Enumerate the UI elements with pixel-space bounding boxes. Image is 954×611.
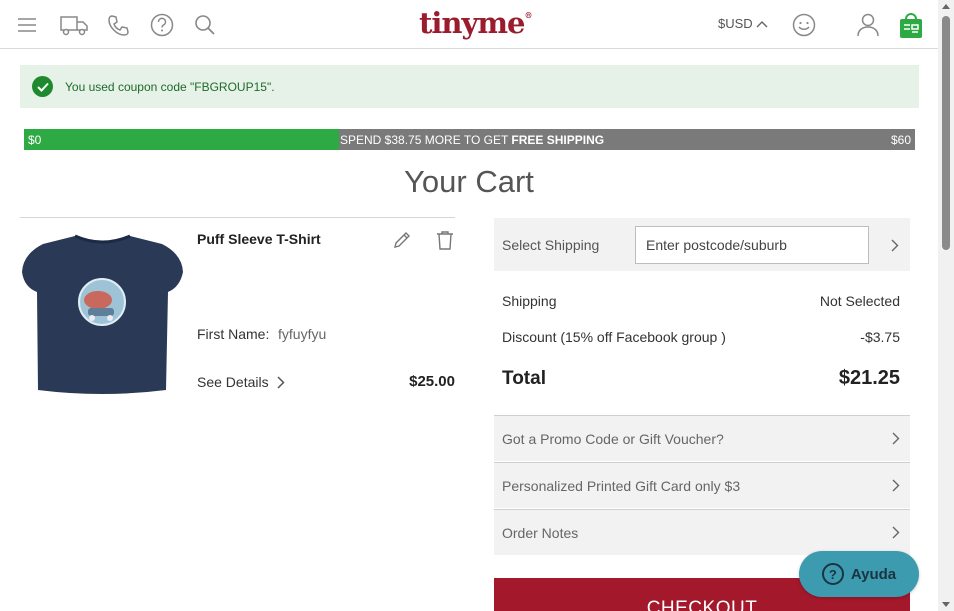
free-shipping-progress: $0 SPEND $38.75 MORE TO GET FREE SHIPPIN… (24, 129, 915, 150)
progress-max-label: $60 (890, 133, 911, 147)
chevron-right-icon (277, 375, 285, 389)
check-icon (32, 76, 53, 97)
progress-min-label: $0 (28, 133, 42, 147)
item-price: $25.00 (409, 373, 455, 390)
site-logo[interactable]: tinyme® (419, 6, 532, 42)
first-name-value: fyfuyfyu (278, 326, 327, 342)
first-name-label: First Name: (197, 326, 270, 342)
smiley-icon[interactable] (791, 12, 817, 38)
chevron-right-icon (892, 479, 900, 492)
trash-icon[interactable] (436, 230, 454, 250)
chevron-up-icon (756, 20, 768, 27)
shipping-value: Not Selected (819, 293, 900, 309)
chevron-right-icon[interactable] (891, 239, 899, 252)
promo-code-label: Got a Promo Code or Gift Voucher? (502, 430, 724, 447)
phone-icon[interactable] (106, 12, 132, 38)
truck-icon[interactable] (59, 12, 89, 38)
page-scrollbar[interactable] (938, 0, 954, 611)
search-icon[interactable] (192, 12, 218, 38)
discount-label: Discount (15% off Facebook group ) (502, 329, 726, 345)
help-chat-button[interactable]: ? Ayuda (799, 551, 919, 597)
currency-selector[interactable]: $USD (718, 16, 768, 31)
chevron-right-icon (892, 526, 900, 539)
scroll-thumb[interactable] (942, 16, 950, 250)
scroll-down-icon[interactable] (942, 602, 950, 607)
total-label: Total (502, 368, 546, 389)
edit-icon[interactable] (392, 230, 412, 250)
menu-icon[interactable] (14, 12, 40, 38)
select-shipping: Select Shipping (494, 218, 910, 271)
product-name[interactable]: Puff Sleeve T-Shirt (197, 231, 321, 247)
see-details-link[interactable]: See Details (197, 374, 285, 390)
coupon-message: You used coupon code "FBGROUP15". (65, 79, 275, 94)
shipping-label: Shipping (502, 293, 557, 309)
order-notes-label: Order Notes (502, 524, 579, 541)
progress-message: SPEND $38.75 MORE TO GET FREE SHIPPING (340, 133, 605, 147)
page-title: Your Cart (404, 164, 534, 199)
promo-code-toggle[interactable]: Got a Promo Code or Gift Voucher? (494, 415, 910, 461)
user-icon[interactable] (855, 12, 881, 38)
question-icon: ? (821, 563, 844, 585)
scroll-up-icon[interactable] (942, 4, 950, 9)
progress-fill (24, 129, 340, 150)
postcode-input[interactable] (635, 226, 869, 264)
site-header: tinyme® $USD (0, 0, 938, 49)
coupon-banner: You used coupon code "FBGROUP15". (20, 65, 919, 108)
discount-value: -$3.75 (860, 329, 900, 345)
chevron-right-icon (892, 432, 900, 445)
select-shipping-label: Select Shipping (502, 237, 600, 253)
help-label: Ayuda (850, 565, 897, 583)
total-value: $21.25 (838, 367, 900, 389)
gift-card-label: Personalized Printed Gift Card only $3 (502, 477, 741, 494)
cart-icon[interactable] (898, 13, 924, 39)
order-notes-toggle[interactable]: Order Notes (494, 509, 910, 555)
product-image[interactable] (20, 232, 185, 394)
divider (20, 217, 455, 218)
help-icon[interactable] (149, 12, 175, 38)
gift-card-toggle[interactable]: Personalized Printed Gift Card only $3 (494, 462, 910, 508)
